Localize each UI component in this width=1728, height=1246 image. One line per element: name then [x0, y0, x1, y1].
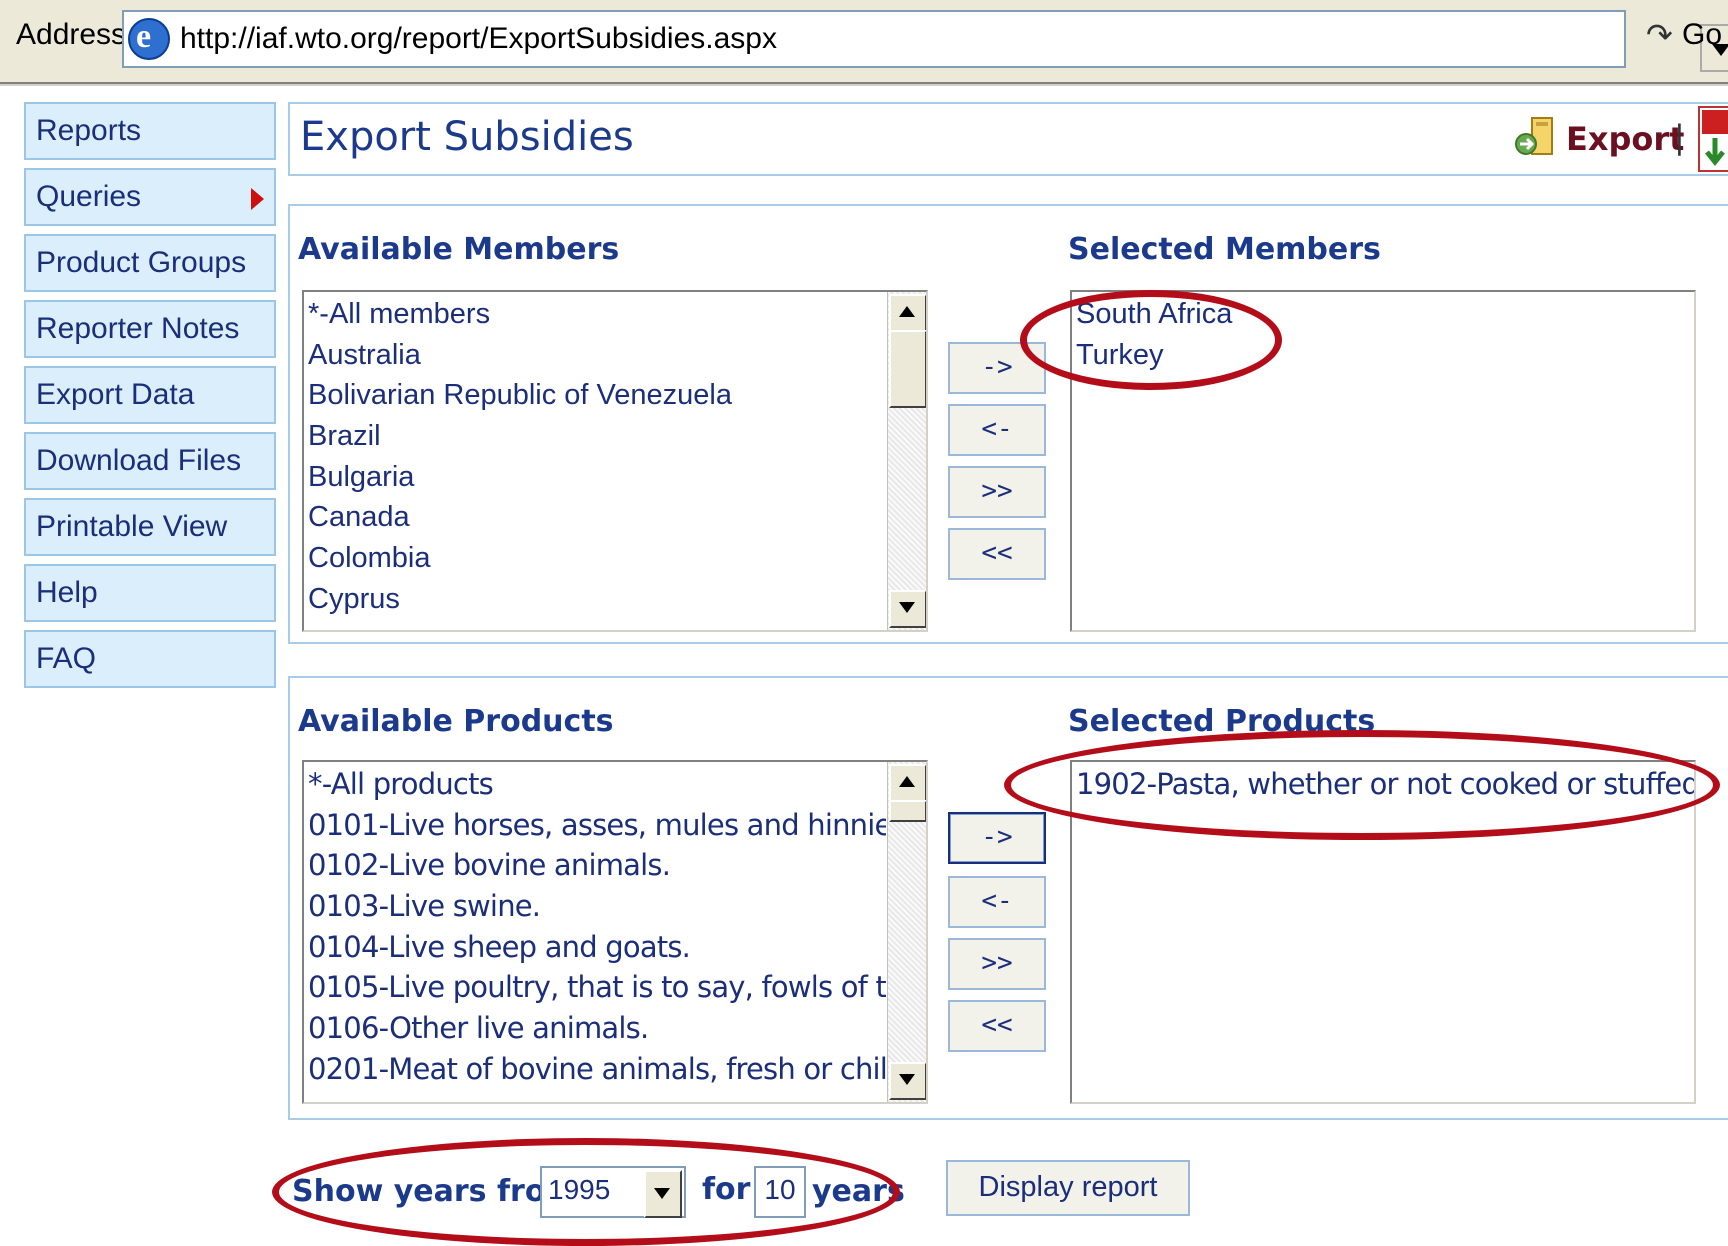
list-item[interactable]: *-All members — [308, 294, 886, 335]
remove-member-button[interactable]: <- — [948, 404, 1046, 456]
ie-page-icon: e — [128, 18, 170, 60]
toolbar-divider — [0, 82, 1728, 86]
pdf-icon[interactable] — [1698, 106, 1728, 172]
list-item[interactable]: Canada — [308, 497, 886, 538]
add-all-members-button[interactable]: >> — [948, 466, 1046, 518]
scroll-up-button[interactable] — [889, 764, 926, 802]
available-products-label: Available Products — [298, 704, 614, 739]
go-arrow-icon[interactable]: ↷ — [1646, 16, 1673, 54]
list-item[interactable]: 0104-Live sheep and goats. — [308, 927, 886, 968]
available-members-scrollbar[interactable] — [887, 292, 926, 630]
annotation-ellipse-years — [272, 1138, 900, 1246]
list-item[interactable]: Bulgaria — [308, 457, 886, 498]
list-item[interactable]: 0102-Live bovine animals. — [308, 845, 886, 886]
sidebar-item-queries[interactable]: Queries — [24, 168, 276, 226]
sidebar-item-faq[interactable]: FAQ — [24, 630, 276, 688]
sidebar-item-label: Product Groups — [36, 246, 247, 279]
annotation-ellipse-products — [1004, 730, 1720, 840]
sidebar-item-printable-view[interactable]: Printable View — [24, 498, 276, 556]
available-members-items: *-All members Australia Bolivarian Republi… — [308, 294, 886, 620]
remove-product-button[interactable]: <- — [948, 876, 1046, 928]
list-item[interactable]: 0101-Live horses, asses, mules and hinni… — [308, 805, 886, 846]
list-item[interactable]: *-All products — [308, 764, 886, 805]
export-link[interactable]: Export — [1566, 120, 1684, 158]
list-item[interactable]: 0105-Live poultry, that is to say, fowls… — [308, 967, 886, 1008]
add-all-products-button[interactable]: >> — [948, 938, 1046, 990]
list-item[interactable]: Colombia — [308, 538, 886, 579]
sidebar-item-label: Printable View — [36, 510, 228, 543]
sidebar-item-label: FAQ — [36, 642, 97, 675]
available-members-list[interactable]: *-All members Australia Bolivarian Republi… — [302, 290, 928, 632]
scroll-down-button[interactable] — [889, 1062, 926, 1100]
page-title: Export Subsidies — [300, 114, 634, 160]
list-item[interactable]: 0201-Meat of bovine animals, fresh or ch… — [308, 1049, 886, 1090]
scroll-thumb[interactable] — [889, 330, 926, 408]
list-item[interactable]: Cyprus — [308, 579, 886, 620]
display-report-button[interactable]: Display report — [946, 1160, 1190, 1216]
add-product-button[interactable]: -> — [948, 812, 1046, 864]
available-products-items: *-All products 0101-Live horses, asses, m… — [308, 764, 886, 1090]
list-item[interactable]: 0106-Other live animals. — [308, 1008, 886, 1049]
address-input[interactable]: e http://iaf.wto.org/report/ExportSubsid… — [122, 10, 1728, 72]
address-url-text: http://iaf.wto.org/report/ExportSubsidie… — [180, 22, 777, 55]
available-products-list[interactable]: *-All products 0101-Live horses, asses, m… — [302, 760, 928, 1104]
available-members-label: Available Members — [298, 232, 620, 267]
remove-all-members-button[interactable]: << — [948, 528, 1046, 580]
available-products-scrollbar[interactable] — [887, 762, 926, 1102]
scroll-down-button[interactable] — [889, 590, 926, 628]
sidebar-item-download-files[interactable]: Download Files — [24, 432, 276, 490]
scroll-up-button[interactable] — [889, 294, 926, 332]
sidebar-item-label: Reports — [36, 114, 142, 147]
sidebar-item-reporter-notes[interactable]: Reporter Notes — [24, 300, 276, 358]
sidebar-item-help[interactable]: Help — [24, 564, 276, 622]
list-item[interactable]: Australia — [308, 335, 886, 376]
list-item[interactable]: Bolivarian Republic of Venezuela — [308, 375, 886, 416]
sidebar-item-label: Queries — [36, 180, 142, 213]
submenu-arrow-icon — [251, 188, 264, 210]
sidebar-item-label: Download Files — [36, 444, 242, 477]
scroll-thumb[interactable] — [889, 800, 926, 822]
list-item[interactable]: 0103-Live swine. — [308, 886, 886, 927]
remove-all-products-button[interactable]: << — [948, 1000, 1046, 1052]
export-icon[interactable] — [1512, 114, 1558, 160]
header-separator: | — [1674, 118, 1685, 156]
annotation-ellipse-members — [1020, 290, 1282, 390]
sidebar-item-label: Reporter Notes — [36, 312, 240, 345]
go-button[interactable]: Go — [1682, 18, 1722, 52]
selected-members-label: Selected Members — [1068, 232, 1381, 267]
sidebar-item-export-data[interactable]: Export Data — [24, 366, 276, 424]
address-label: Address — [16, 18, 127, 51]
sidebar-item-reports[interactable]: Reports — [24, 102, 276, 160]
sidebar-item-label: Export Data — [36, 378, 195, 411]
sidebar-item-product-groups[interactable]: Product Groups — [24, 234, 276, 292]
list-item[interactable]: Brazil — [308, 416, 886, 457]
sidebar-item-label: Help — [36, 576, 98, 609]
